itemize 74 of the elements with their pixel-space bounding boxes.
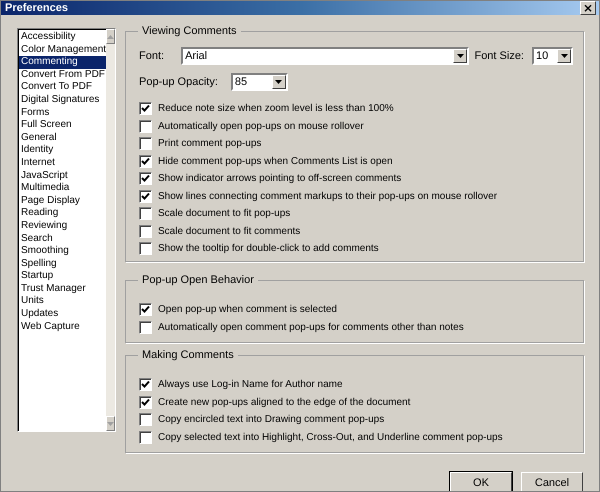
ok-button[interactable]: OK <box>450 472 512 491</box>
scroll-down-button[interactable] <box>106 416 116 431</box>
checkbox[interactable] <box>139 413 152 426</box>
sidebar-item[interactable]: Forms <box>19 106 106 120</box>
window-title: Preferences <box>5 2 68 14</box>
checkbox[interactable] <box>139 137 152 150</box>
up-arrow-icon <box>107 34 114 38</box>
checkbox[interactable] <box>139 120 152 133</box>
scroll-up-button[interactable] <box>106 29 116 44</box>
sidebar-item[interactable]: Color Management <box>19 44 106 56</box>
sidebar-item[interactable]: Units <box>19 295 106 308</box>
sidebar-item[interactable]: General <box>19 132 106 144</box>
checkbox-label: Print comment pop-ups <box>158 138 262 150</box>
sidebar-item[interactable]: Commenting <box>19 56 106 69</box>
checkbox-label: Always use Log-in Name for Author name <box>158 379 343 390</box>
sidebar-item[interactable]: Startup <box>19 270 106 283</box>
dropdown-arrow-icon <box>275 80 282 84</box>
checkbox-label: Show the tooltip for double-click to add comments <box>158 243 379 254</box>
sidebar-item[interactable]: Trust Manager <box>19 282 106 296</box>
checkbox[interactable] <box>139 102 152 116</box>
checkbox-label: Automatically open comment pop-ups for comments other than notes <box>158 322 464 333</box>
sidebar-item[interactable]: Page Display <box>19 194 106 208</box>
checkbox[interactable] <box>139 154 152 168</box>
checkbox-label: Open pop-up when comment is selected <box>158 304 337 316</box>
sidebar-item[interactable]: Internet <box>19 156 106 170</box>
checkbox-label: Copy selected text into Highlight, Cross-Out, and Underline comment pop-ups <box>158 432 503 443</box>
group-title: Making Comments <box>138 349 238 361</box>
sidebar-item[interactable]: Digital Signatures <box>19 94 106 107</box>
group-title: Pop-up Open Behavior <box>138 274 258 286</box>
sidebar-item[interactable]: Multimedia <box>19 182 106 195</box>
checkbox-label: Automatically open pop-ups on mouse rollover <box>158 120 364 132</box>
checkbox-label: Show indicator arrows pointing to off-screen comments <box>158 173 402 184</box>
sidebar-item[interactable]: Web Capture <box>19 320 106 334</box>
checkbox[interactable] <box>139 396 152 409</box>
dropdown[interactable]: 10 <box>532 47 573 65</box>
dropdown[interactable]: Arial <box>181 47 470 65</box>
checkbox-label: Create new pop-ups aligned to the edge of the document <box>158 396 410 408</box>
down-arrow-icon <box>107 422 114 426</box>
sidebar-item[interactable]: Accessibility <box>19 31 106 44</box>
checkbox[interactable] <box>139 190 152 203</box>
sidebar-item[interactable]: Smoothing <box>19 245 106 258</box>
checkbox[interactable] <box>139 430 152 444</box>
sidebar-item[interactable]: Search <box>19 232 106 246</box>
sidebar-item[interactable]: Convert To PDF <box>19 81 106 94</box>
dropdown-arrow-icon <box>560 54 568 58</box>
checkbox[interactable] <box>139 224 152 238</box>
dropdown-arrow-icon <box>456 54 464 58</box>
checkbox[interactable] <box>139 378 152 392</box>
checkbox-label: Scale document to fit comments <box>158 226 300 237</box>
field-label: Font Size: <box>474 50 524 62</box>
checkbox[interactable] <box>139 242 152 256</box>
close-button[interactable]: × <box>580 1 596 15</box>
checkbox-label: Scale document to fit pop-ups <box>158 208 290 220</box>
sidebar-item[interactable]: Reviewing <box>19 220 106 232</box>
field-label: Font: <box>139 50 164 62</box>
sidebar-item[interactable]: Reading <box>19 207 106 220</box>
checkbox[interactable] <box>139 320 152 334</box>
checkbox[interactable] <box>139 207 152 220</box>
sidebar-item[interactable]: Full Screen <box>19 119 106 132</box>
cancel-button[interactable]: Cancel <box>521 472 583 491</box>
checkbox-label: Show lines connecting comment markups to their pop-ups on mouse rollover <box>158 190 498 202</box>
sidebar-item[interactable]: Spelling <box>19 258 106 270</box>
sidebar-item[interactable]: Updates <box>19 308 106 321</box>
field-label: Pop-up Opacity: <box>139 76 218 88</box>
sidebar-item[interactable]: Convert From PDF <box>19 68 106 82</box>
checkbox[interactable] <box>139 172 152 186</box>
dropdown[interactable]: 85 <box>230 73 288 91</box>
checkbox-label: Hide comment pop-ups when Comments List is open <box>158 156 393 167</box>
sidebar-item[interactable]: JavaScript <box>19 170 106 182</box>
sidebar-item[interactable]: Identity <box>19 144 106 157</box>
checkbox[interactable] <box>139 303 152 316</box>
group-title: Viewing Comments <box>138 25 241 37</box>
checkbox-label: Copy encircled text into Drawing comment pop-ups <box>158 414 384 426</box>
checkbox-label: Reduce note size when zoom level is less than 100% <box>158 103 394 114</box>
